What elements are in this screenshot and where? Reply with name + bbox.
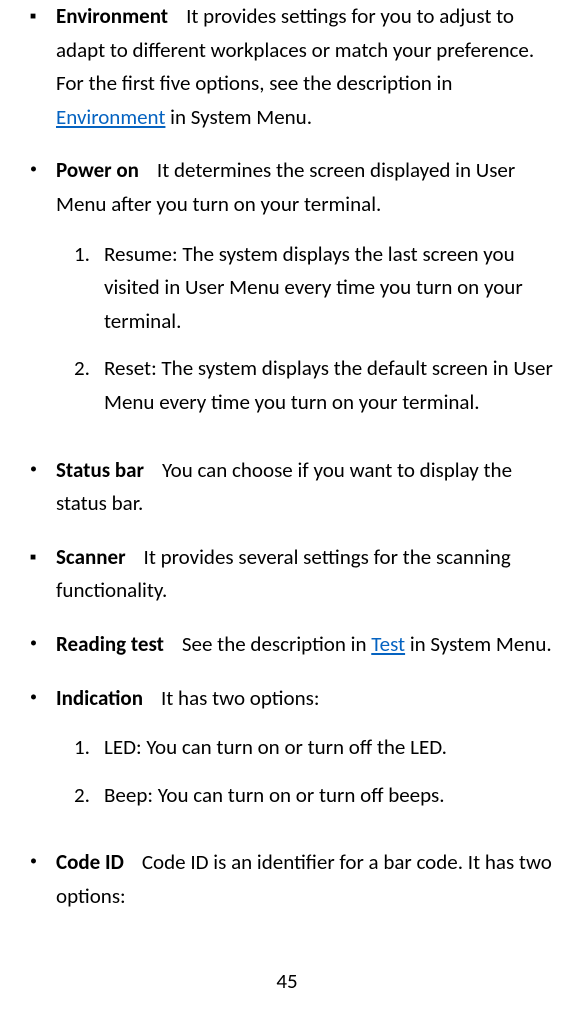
list-item-body: Power onIt determines the screen display… (56, 154, 558, 433)
sub-item-text: Reset: The system displays the default s… (104, 352, 558, 419)
list-item-text: EnvironmentIt provides settings for you … (56, 0, 558, 134)
list-item: •Power onIt determines the screen displa… (30, 154, 558, 433)
list-item: •Indication It has two options: 1.LED: You… (30, 682, 558, 827)
sub-list: 1.LED: You can turn on or turn off the L… (56, 731, 558, 812)
list-item-text: Indication It has two options: (56, 682, 558, 716)
list-item-body: Indication It has two options: 1.LED: You … (56, 682, 558, 827)
sub-item-text: Beep: You can turn on or turn off beeps. (104, 779, 558, 813)
term-label: Indication (56, 685, 143, 711)
sub-list-item: 2.Reset: The system displays the default… (74, 352, 558, 419)
dot-bullet-icon: • (30, 628, 56, 662)
description-text: It has two options: (161, 685, 319, 711)
page-number: 45 (0, 965, 574, 999)
list-item-body: Code IDCode ID is an identifier for a ba… (56, 846, 558, 913)
term-label: Environment (56, 3, 168, 29)
term-label: Code ID (56, 849, 124, 875)
term-label: Power on (56, 157, 139, 183)
sub-item-text: LED: You can turn on or turn off the LED… (104, 731, 558, 765)
term-label: Reading test (56, 631, 164, 657)
sub-item-number: 1. (74, 731, 104, 765)
dot-bullet-icon: • (30, 682, 56, 827)
list-item-text: Code IDCode ID is an identifier for a ba… (56, 846, 558, 913)
list-item-text: Reading testSee the description in Test … (56, 628, 558, 662)
sub-list: 1.Resume: The system displays the last s… (56, 238, 558, 420)
list-item-text: Status barYou can choose if you want to … (56, 454, 558, 521)
square-bullet-icon: ■ (30, 0, 56, 134)
sub-item-number: 1. (74, 238, 104, 339)
sub-list-item: 1.LED: You can turn on or turn off the L… (74, 731, 558, 765)
list-item: ■ScannerIt provides several settings for… (30, 541, 558, 608)
list-item-body: Reading testSee the description in Test … (56, 628, 558, 662)
sub-item-number: 2. (74, 352, 104, 419)
list-item-body: Status barYou can choose if you want to … (56, 454, 558, 521)
description-text: Code ID is an identifier for a bar code.… (56, 849, 552, 909)
list-item: •Code IDCode ID is an identifier for a b… (30, 846, 558, 913)
dot-bullet-icon: • (30, 154, 56, 433)
list-item-text: ScannerIt provides several settings for … (56, 541, 558, 608)
description-text: See the description in (182, 631, 371, 657)
dot-bullet-icon: • (30, 846, 56, 913)
dot-bullet-icon: • (30, 454, 56, 521)
doc-link[interactable]: Test (371, 631, 405, 657)
doc-link[interactable]: Environment (56, 104, 165, 130)
list-item-body: ScannerIt provides several settings for … (56, 541, 558, 608)
list-item-text: Power onIt determines the screen display… (56, 154, 558, 221)
list-item-body: EnvironmentIt provides settings for you … (56, 0, 558, 134)
description-text: in System Menu. (405, 631, 552, 657)
list-item: •Status barYou can choose if you want to… (30, 454, 558, 521)
term-label: Scanner (56, 544, 126, 570)
list-item: ■EnvironmentIt provides settings for you… (30, 0, 558, 134)
description-text: in System Menu. (165, 104, 312, 130)
sub-item-number: 2. (74, 779, 104, 813)
square-bullet-icon: ■ (30, 541, 56, 608)
sub-list-item: 2.Beep: You can turn on or turn off beep… (74, 779, 558, 813)
document-content: ■EnvironmentIt provides settings for you… (0, 0, 574, 913)
list-item: •Reading test See the description in Test… (30, 628, 558, 662)
term-label: Status bar (56, 457, 144, 483)
sub-item-text: Resume: The system displays the last scr… (104, 238, 558, 339)
sub-list-item: 1.Resume: The system displays the last s… (74, 238, 558, 339)
